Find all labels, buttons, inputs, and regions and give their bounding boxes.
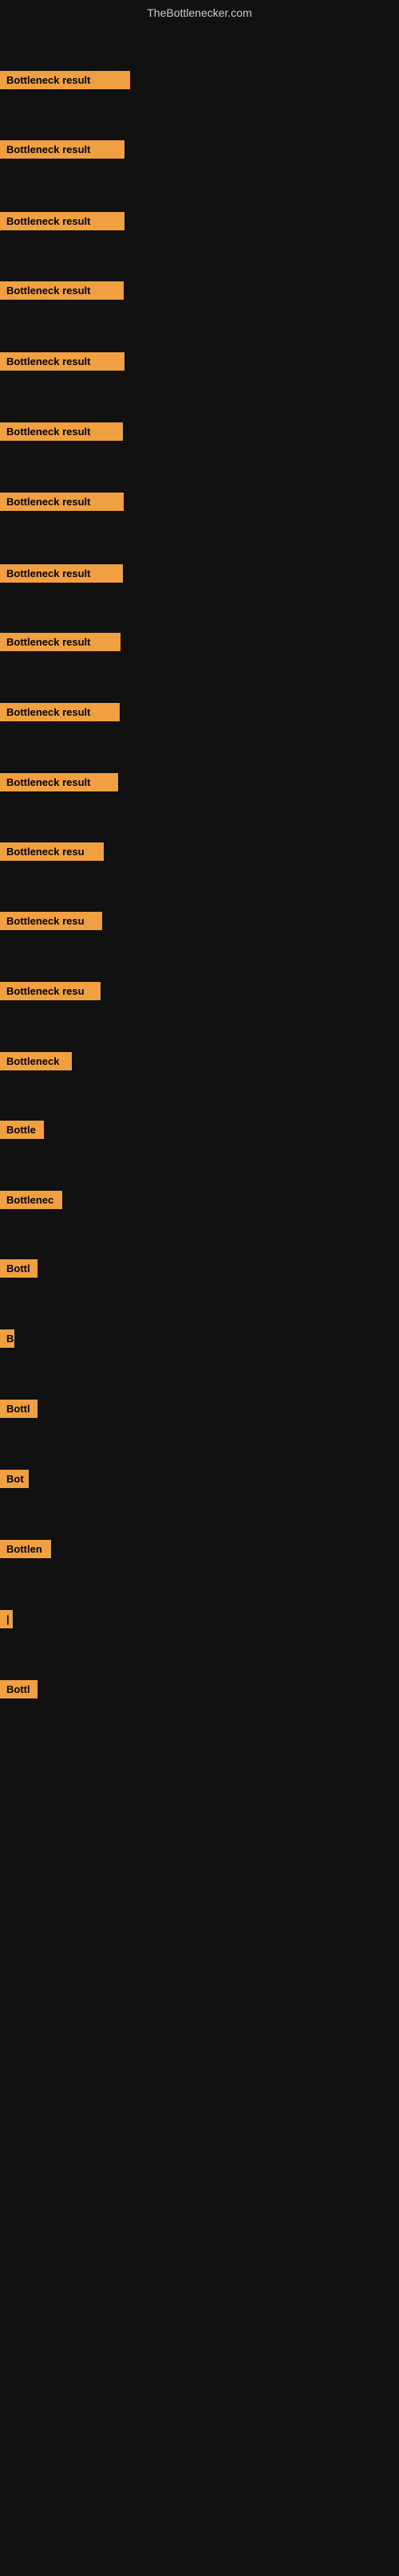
bottleneck-bar-4: Bottleneck result	[0, 281, 124, 300]
bottleneck-bar-15: Bottleneck	[0, 1052, 72, 1070]
bottleneck-bar-10: Bottleneck result	[0, 703, 120, 721]
bottleneck-bar-7: Bottleneck result	[0, 493, 124, 511]
bottleneck-bar-23: |	[0, 1610, 13, 1628]
bars-container: Bottleneck result Bottleneck result Bottle…	[0, 26, 399, 2576]
bottleneck-bar-20: Bottl	[0, 1400, 38, 1418]
bottleneck-bar-14: Bottleneck resu	[0, 982, 101, 1000]
bottleneck-bar-16: Bottle	[0, 1121, 44, 1139]
site-title: TheBottlenecker.com	[0, 0, 399, 26]
bottleneck-bar-24: Bottl	[0, 1680, 38, 1698]
bottleneck-bar-17: Bottlenec	[0, 1191, 62, 1209]
bottleneck-bar-2: Bottleneck result	[0, 140, 124, 159]
site-title-text: TheBottlenecker.com	[147, 6, 252, 19]
bottleneck-bar-5: Bottleneck result	[0, 352, 124, 371]
bottleneck-bar-9: Bottleneck result	[0, 633, 120, 651]
bottleneck-bar-22: Bottlen	[0, 1540, 51, 1558]
bottleneck-bar-3: Bottleneck result	[0, 212, 124, 230]
bottleneck-bar-8: Bottleneck result	[0, 564, 123, 583]
bottleneck-bar-12: Bottleneck resu	[0, 842, 104, 861]
bottleneck-bar-13: Bottleneck resu	[0, 912, 102, 930]
bottleneck-bar-1: Bottleneck result	[0, 71, 130, 89]
bottleneck-bar-11: Bottleneck result	[0, 773, 118, 791]
bottleneck-bar-18: Bottl	[0, 1259, 38, 1278]
bottleneck-bar-19: B	[0, 1329, 14, 1348]
bottleneck-bar-6: Bottleneck result	[0, 422, 123, 441]
bottleneck-bar-21: Bot	[0, 1470, 29, 1488]
